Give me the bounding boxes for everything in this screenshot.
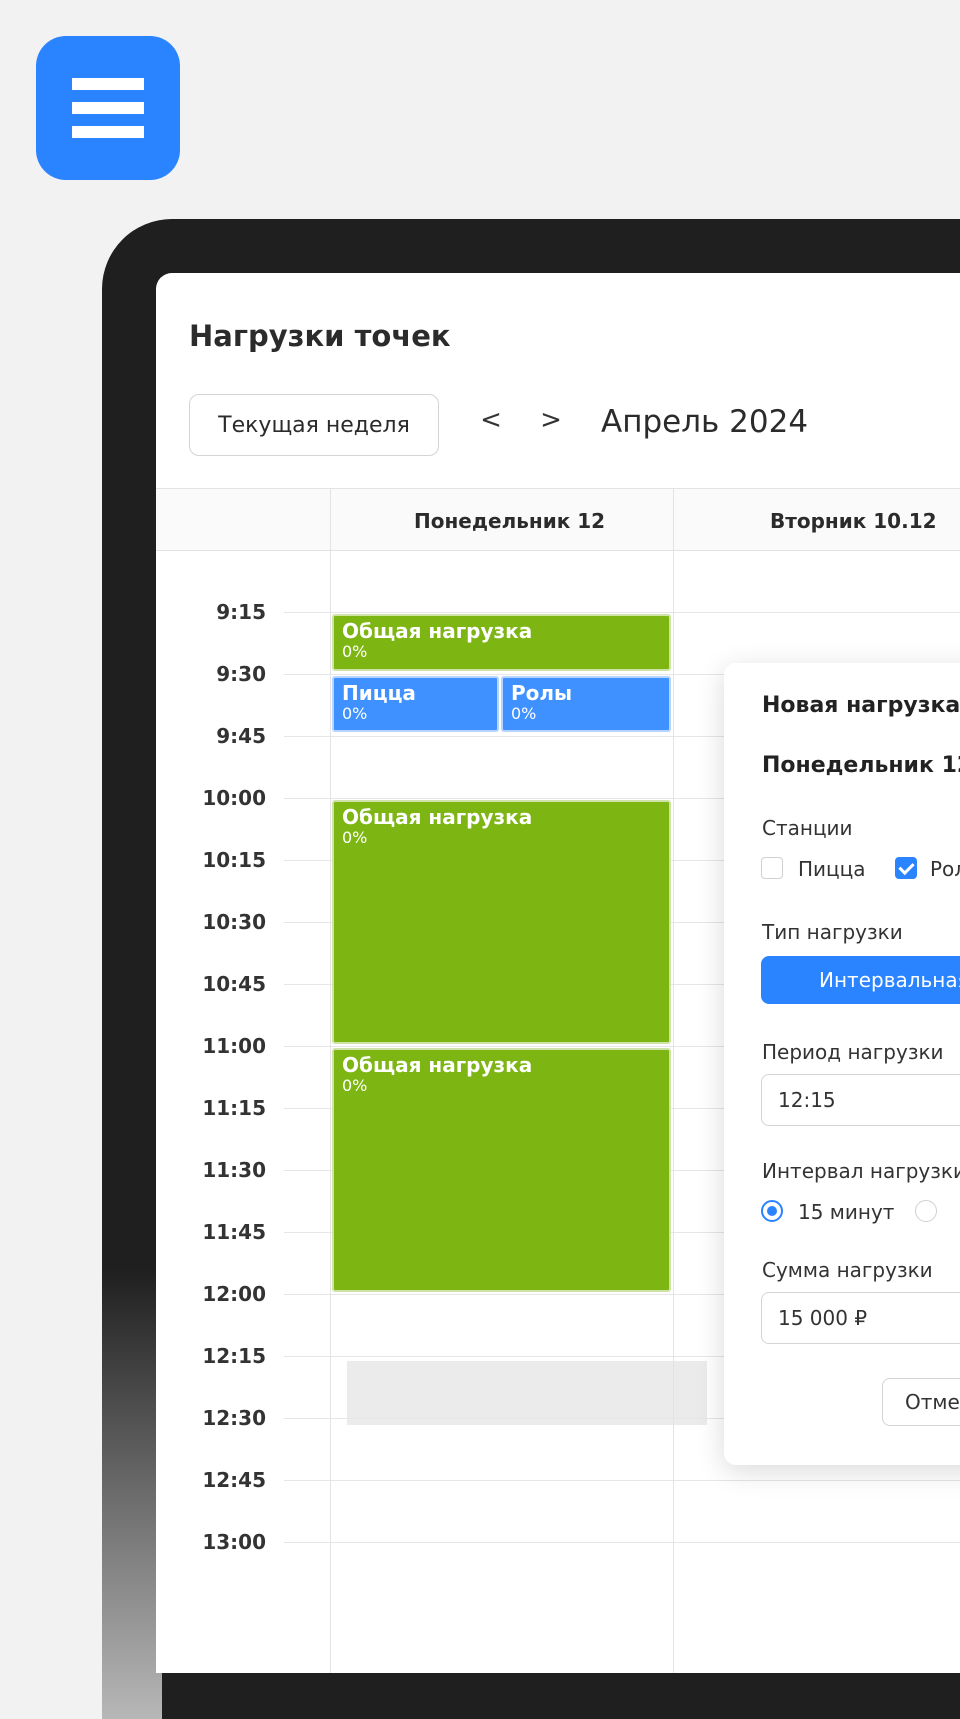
dialog-title: Новая нагрузка: [762, 693, 960, 718]
calendar-header: Понедельник 12 Вторник 10.12: [156, 488, 960, 551]
time-label: 9:30: [216, 662, 266, 686]
month-label: Апрель 2024: [601, 404, 809, 440]
interval-15-radio[interactable]: [761, 1200, 783, 1222]
time-label: 9:15: [216, 600, 266, 624]
event-pizza[interactable]: Пицца 0%: [332, 676, 499, 732]
sum-input[interactable]: 15 000 ₽: [761, 1292, 960, 1344]
app-screen: Нагрузки точек Текущая неделя < > Апрель…: [156, 273, 960, 1673]
time-label: 11:15: [202, 1096, 266, 1120]
event-percent: 0%: [342, 828, 368, 847]
selected-slot[interactable]: [347, 1361, 707, 1425]
column-header-tuesday: Вторник 10.12: [770, 509, 937, 533]
column-divider: [673, 488, 674, 1673]
time-label: 12:30: [202, 1406, 266, 1430]
time-label: 12:45: [202, 1468, 266, 1492]
prev-week-button[interactable]: <: [476, 405, 506, 435]
dialog-date: Понедельник 12: [762, 753, 960, 778]
event-title: Пицца: [342, 681, 416, 705]
menu-bar-icon: [72, 78, 144, 90]
event-total-load[interactable]: Общая нагрузка 0%: [332, 614, 671, 671]
event-total-load[interactable]: Общая нагрузка 0%: [332, 800, 671, 1044]
station-rolls-label: Ролы: [930, 857, 960, 881]
event-title: Ролы: [511, 681, 573, 705]
time-label: 12:00: [202, 1282, 266, 1306]
column-divider: [330, 488, 331, 1673]
event-percent: 0%: [342, 704, 368, 723]
event-rolls[interactable]: Ролы 0%: [501, 676, 671, 732]
period-label: Период нагрузки: [762, 1040, 944, 1064]
event-title: Общая нагрузка: [342, 1053, 533, 1077]
event-percent: 0%: [342, 1076, 368, 1095]
time-gridline: [284, 612, 960, 613]
page-title: Нагрузки точек: [189, 319, 451, 353]
menu-bar-icon: [72, 102, 144, 114]
time-gridline: [284, 1480, 960, 1481]
stations-label: Станции: [762, 816, 853, 840]
interval-other-radio[interactable]: [915, 1200, 937, 1222]
event-total-load[interactable]: Общая нагрузка 0%: [332, 1048, 671, 1292]
column-header-monday: Понедельник 12: [414, 509, 606, 533]
time-label: 10:15: [202, 848, 266, 872]
time-label: 10:30: [202, 910, 266, 934]
sum-label: Сумма нагрузки: [762, 1258, 933, 1282]
time-label: 12:15: [202, 1344, 266, 1368]
time-label: 10:00: [202, 786, 266, 810]
interval-15-label: 15 минут: [798, 1200, 895, 1224]
station-pizza-checkbox[interactable]: [761, 857, 783, 879]
event-title: Общая нагрузка: [342, 619, 533, 643]
time-label: 13:00: [202, 1530, 266, 1554]
interval-label: Интервал нагрузки: [762, 1159, 960, 1183]
period-input[interactable]: 12:15: [761, 1074, 960, 1126]
time-gridline: [284, 1542, 960, 1543]
menu-bar-icon: [72, 126, 144, 138]
time-label: 11:45: [202, 1220, 266, 1244]
new-load-dialog: Новая нагрузка Понедельник 12 Станции Пи…: [724, 663, 960, 1465]
event-title: Общая нагрузка: [342, 805, 533, 829]
current-week-button[interactable]: Текущая неделя: [189, 394, 439, 456]
time-label: 11:00: [202, 1034, 266, 1058]
next-week-button[interactable]: >: [536, 405, 566, 435]
load-type-label: Тип нагрузки: [762, 920, 903, 944]
time-label: 11:30: [202, 1158, 266, 1182]
load-type-interval-button[interactable]: Интервальная: [761, 956, 960, 1004]
event-percent: 0%: [511, 704, 537, 723]
menu-app-icon[interactable]: [36, 36, 180, 180]
time-label: 9:45: [216, 724, 266, 748]
station-rolls-checkbox[interactable]: [895, 857, 917, 879]
event-percent: 0%: [342, 642, 368, 661]
cancel-button[interactable]: Отмена: [882, 1378, 960, 1426]
time-label: 10:45: [202, 972, 266, 996]
station-pizza-label: Пицца: [798, 857, 866, 881]
